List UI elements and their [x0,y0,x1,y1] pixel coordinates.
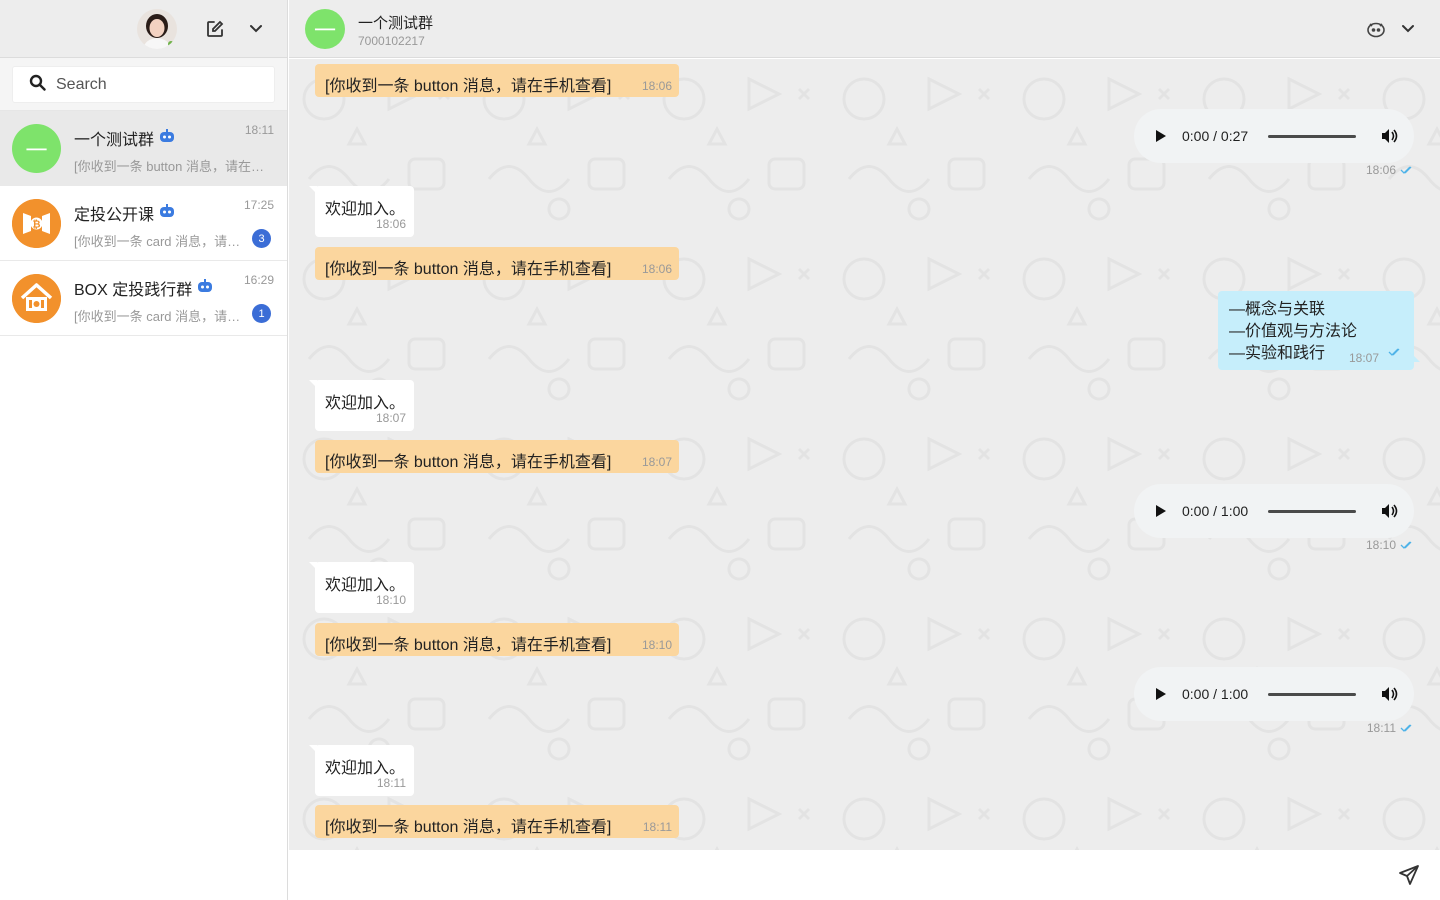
play-icon[interactable] [1154,687,1168,701]
house-logo-avatar [12,274,61,323]
chat-preview: [你收到一条 button 消息，请在手机查看] [74,159,276,174]
chat-list-item[interactable]: BOX 定投践行群 16:29 [你收到一条 card 消息，请在手机查看] 1 [0,261,287,336]
volume-icon[interactable] [1380,502,1398,523]
conversation-title: 一个测试群 [358,15,434,32]
chat-name: BOX 定投践行群 [74,276,213,300]
group-avatar: 一 [12,124,61,173]
sidebar-header [0,0,287,58]
message-list[interactable]: [你收到一条 button 消息，请在手机查看] 18:06 0:00 / 0:… [289,59,1440,850]
search-box [12,66,275,103]
conversation-avatar[interactable]: 一 [305,9,345,49]
double-check-icon [1400,538,1414,552]
svg-text:₿: ₿ [32,219,40,231]
outgoing-message: —概念与关联 —价值观与方法论 —实验和践行 18:07 [1218,291,1420,370]
sidebar: 一 一个测试群 18:11 [你收到一条 button 消息，请在手机查看] ₿… [0,0,288,900]
double-check-icon [1400,163,1414,177]
chat-list-item[interactable]: ₿ 定投公开课 17:25 [你收到一条 card 消息，请在手机查看] 3 [0,186,287,261]
conversation-pane: 一 一个测试群 7000102217 [你收到一条 button 消息，请在手机… [289,0,1440,900]
audio-progress-track[interactable] [1268,135,1356,138]
bot-settings-icon[interactable] [1365,18,1387,40]
message-time: 18:06 [1366,163,1414,177]
audio-progress-track[interactable] [1268,693,1356,696]
conversation-id: 7000102217 [358,34,425,48]
message-time: 18:10 [1366,538,1414,552]
chat-name: 定投公开课 [74,201,175,225]
chat-preview: [你收到一条 card 消息，请在手机查看] [74,309,252,324]
send-icon[interactable] [1398,864,1420,886]
system-message: [你收到一条 button 消息，请在手机查看] 18:11 [315,805,679,838]
incoming-message: 欢迎加入。 18:07 [309,380,414,431]
audio-player[interactable]: 0:00 / 1:00 [1134,484,1414,538]
chat-preview: [你收到一条 card 消息，请在手机查看] [74,234,252,249]
chat-time: 16:29 [243,273,274,287]
bot-icon [159,128,175,148]
system-message: [你收到一条 button 消息，请在手机查看] 18:06 [315,247,679,280]
system-message: [你收到一条 button 消息，请在手机查看] 18:06 [315,64,679,97]
system-message: [你收到一条 button 消息，请在手机查看] 18:10 [315,623,679,656]
system-message: [你收到一条 button 消息，请在手机查看] 18:07 [315,440,679,473]
bot-icon [197,278,213,298]
unread-badge: 3 [252,229,271,248]
play-icon[interactable] [1154,504,1168,518]
chat-time: 17:25 [243,198,274,212]
double-check-icon [1388,341,1402,363]
audio-player[interactable]: 0:00 / 0:27 [1134,109,1414,163]
double-check-icon [1400,721,1414,735]
unread-badge: 1 [252,304,271,323]
audio-progress-track[interactable] [1268,510,1356,513]
message-composer [289,850,1440,900]
volume-icon[interactable] [1380,127,1398,148]
bot-icon [159,203,175,223]
audio-player[interactable]: 0:00 / 1:00 [1134,667,1414,721]
chevron-down-icon[interactable] [1397,18,1419,40]
message-input[interactable] [289,850,1369,900]
message-time: 18:11 [1367,721,1414,735]
user-avatar[interactable] [137,9,177,49]
incoming-message: 欢迎加入。 18:06 [309,186,414,237]
search-icon [29,74,46,96]
play-icon[interactable] [1154,129,1168,143]
bitcoin-logo-avatar: ₿ [12,199,61,248]
conversation-header: 一 一个测试群 7000102217 [289,0,1440,58]
search-input[interactable] [56,75,256,94]
chevron-down-icon[interactable] [245,18,267,40]
search-bar [0,58,287,111]
incoming-message: 欢迎加入。 18:11 [309,745,414,796]
chat-list-item[interactable]: 一 一个测试群 18:11 [你收到一条 button 消息，请在手机查看] [0,111,287,186]
volume-icon[interactable] [1380,685,1398,706]
incoming-message: 欢迎加入。 18:10 [309,562,414,613]
chat-name: 一个测试群 [74,126,175,150]
compose-icon[interactable] [204,18,226,40]
chat-time: 18:11 [244,123,274,137]
